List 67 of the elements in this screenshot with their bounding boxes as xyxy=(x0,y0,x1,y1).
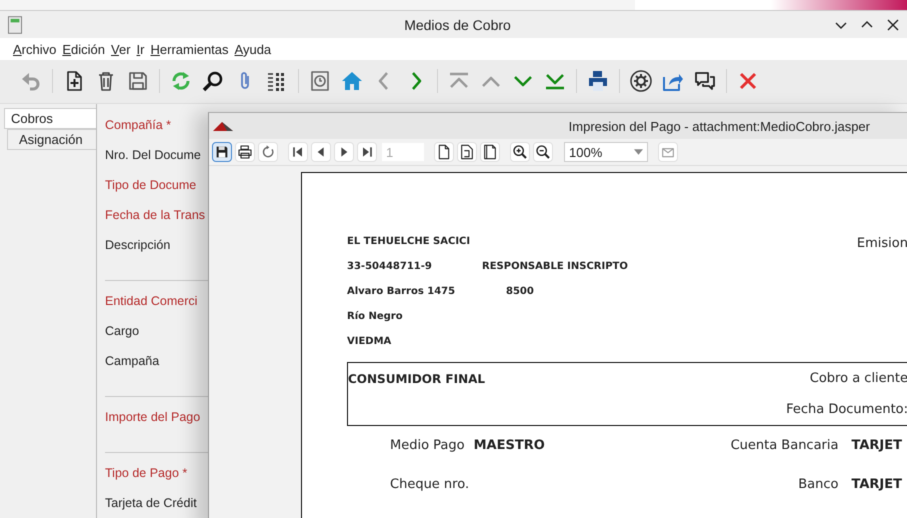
detail-value: TARJET xyxy=(851,477,902,492)
window-title: Impresion del Pago - attachment:MedioCobro.jasper xyxy=(568,118,870,134)
date-label: Fecha Documento: xyxy=(786,402,907,417)
field-label: Tipo de Docume xyxy=(105,178,196,192)
zoom-out-icon xyxy=(535,144,551,160)
caret-icon xyxy=(634,149,643,155)
postal-code: 8500 xyxy=(506,286,534,297)
field-label: Fecha de la Trans xyxy=(105,208,206,222)
settings-icon[interactable] xyxy=(629,69,653,94)
close-icon[interactable] xyxy=(887,18,899,31)
menu-item[interactable]: Ver xyxy=(111,42,131,57)
save-button[interactable] xyxy=(212,142,232,162)
page-icon xyxy=(482,144,498,160)
reload-icon xyxy=(260,144,276,160)
search-icon[interactable] xyxy=(201,69,225,94)
field-label: Descripción xyxy=(105,238,170,252)
field-label: Tarjeta de Crédit xyxy=(105,496,197,510)
last-button[interactable] xyxy=(357,142,377,162)
detail-label: Medio Pago xyxy=(390,438,465,453)
province: Río Negro xyxy=(347,311,403,322)
detail-value: TARJET xyxy=(851,438,902,453)
menu-item[interactable]: Archivo xyxy=(13,42,56,57)
page-fit-button[interactable] xyxy=(480,142,500,162)
detail-label: Banco xyxy=(798,477,838,492)
field-label: Entidad Comerci xyxy=(105,294,198,308)
calculator-icon xyxy=(8,16,22,34)
city: VIEDMA xyxy=(347,336,392,347)
zoom-in-icon xyxy=(512,144,528,160)
menu-item[interactable]: Edición xyxy=(62,42,105,57)
zoom-in-button[interactable] xyxy=(510,142,530,162)
window-title: Medios de Cobro xyxy=(403,16,512,33)
tax-status: RESPONSABLE INSCRIPTO xyxy=(482,261,628,272)
tax-id: 33-50448711-9 xyxy=(347,261,433,272)
address: Alvaro Barros 1475 xyxy=(347,286,456,297)
print-button[interactable] xyxy=(235,142,255,162)
field-label: Cargo xyxy=(105,324,140,338)
next-button[interactable] xyxy=(334,142,354,162)
first-button[interactable] xyxy=(288,142,308,162)
detail-label: Cheque nro. xyxy=(390,477,470,492)
page-icon xyxy=(436,144,452,160)
tab[interactable]: Cobros xyxy=(4,108,96,129)
clock-icon[interactable] xyxy=(308,69,332,94)
printer-icon xyxy=(237,144,253,160)
field-label: Campaña xyxy=(105,354,160,368)
company-name: EL TEHUELCHE SACICI xyxy=(347,236,470,247)
field-label: Compañía * xyxy=(105,118,172,132)
field-label: Importe del Pago xyxy=(105,410,200,424)
page-width-button[interactable] xyxy=(457,142,477,162)
field-label: Nro. Del Docume xyxy=(105,148,201,162)
mountain-icon xyxy=(213,121,233,131)
zoom-dropdown[interactable]: 100% xyxy=(564,142,648,162)
detail-label: Cuenta Bancaria xyxy=(730,438,838,453)
menu-item[interactable]: Ayuda xyxy=(234,42,272,57)
page-icon xyxy=(459,144,475,160)
customer-name: CONSUMIDOR FINAL xyxy=(348,372,486,386)
tab[interactable]: Asignación xyxy=(7,129,96,150)
reload-button[interactable] xyxy=(258,142,278,162)
zoom-out-button[interactable] xyxy=(533,142,553,162)
detail-value: MAESTRO xyxy=(474,438,545,453)
menu-item[interactable]: Herramientas xyxy=(150,42,229,57)
document-type: Cobro a cliente xyxy=(810,371,907,386)
prev-button[interactable] xyxy=(311,142,331,162)
menu-item[interactable]: Ir xyxy=(136,42,144,57)
page-actual-button[interactable] xyxy=(434,142,454,162)
emission-label: Emision xyxy=(856,236,907,251)
field-label: Tipo de Pago * xyxy=(105,466,188,480)
printer-icon[interactable] xyxy=(586,69,610,94)
